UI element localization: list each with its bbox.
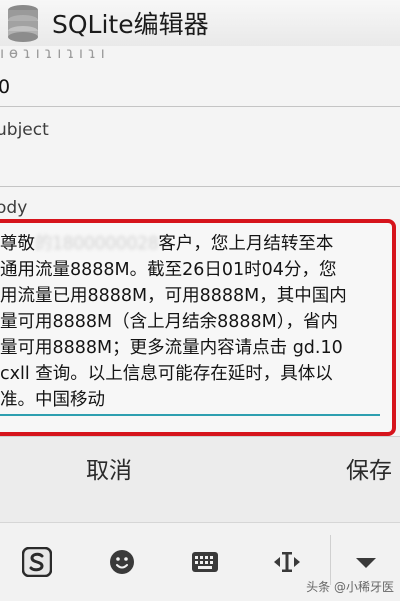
body-line: 量可用8888M（含上月结余8888M），省内 [0,312,339,332]
collapse-icon[interactable] [355,557,377,569]
subject-input[interactable] [0,186,400,187]
emoji-icon[interactable] [109,549,135,575]
body-text: 尊敬的1800000028客户，您上月结转至本 通用流量8888M。截至26日0… [0,231,392,413]
body-input[interactable]: 尊敬的1800000028客户，您上月结转至本 通用流量8888M。截至26日0… [0,219,396,436]
app-header: SQLite编辑器 [0,0,400,47]
sogou-logo-icon[interactable] [22,547,52,577]
previous-field-text: ı ɵ ɿ ı ɿ ı ɿ ı ɿ ı [0,46,105,62]
keyboard-icon[interactable] [191,551,219,573]
redacted-phone-number: 的1800000028 [35,234,159,254]
field-value-underline [0,106,400,107]
body-input-underline [0,414,380,416]
body-line: 量可用8888M；更多流量内容请点击 gd.10 [0,338,343,358]
database-icon [8,5,38,42]
body-line: cxll 查询。以上信息可能存在延时，具体以 [0,364,333,384]
app-title: SQLite编辑器 [52,10,209,39]
watermark: 头条 @小稀牙医 [306,580,394,594]
save-button[interactable]: 保存 [346,451,392,485]
body-line: 准。中国移动 [0,390,105,410]
body-line: 用流量已用8888M，可用8888M，其中国内 [0,286,347,306]
body-line: 通用流量8888M。截至26日01时04分，您 [0,260,337,280]
cursor-icon[interactable] [272,550,302,574]
cancel-button[interactable]: 取消 [86,451,132,485]
field-value-input[interactable]: 0 [0,76,10,98]
edit-record-form: ı ɵ ɿ ı ɿ ı ɿ ı ɿ ı 0 ubject ody 尊敬的1800… [0,46,400,436]
subject-label: ubject [0,120,49,140]
keyboard-toolbar: 头条 @小稀牙医 [0,522,400,601]
dialog-actions: 取消 保存 [0,436,400,523]
body-label: ody [0,198,28,218]
body-line: 尊敬的1800000028客户，您上月结转至本 [0,231,392,257]
